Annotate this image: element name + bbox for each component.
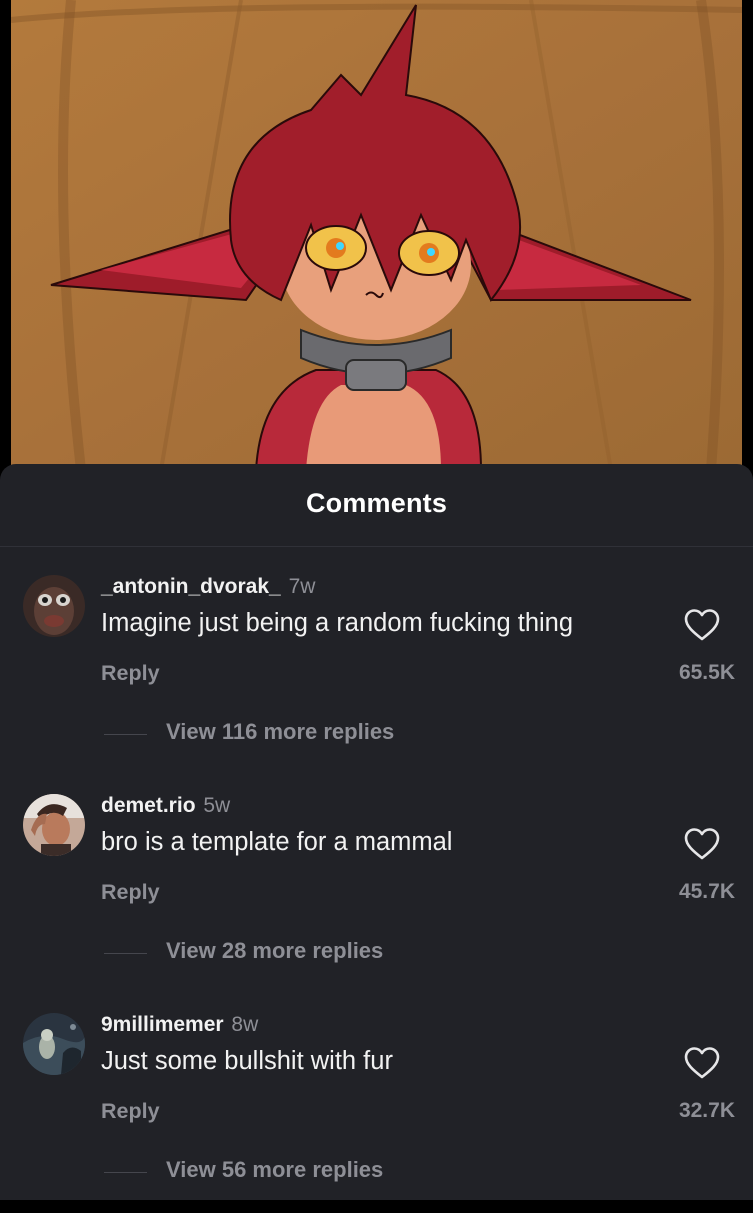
divider [0,546,753,547]
like-count: 65.5K [678,661,735,684]
comment-text: Just some bullshit with fur [101,1047,393,1075]
comment-header: _antonin_dvorak_ 7w [101,575,315,599]
post-image[interactable] [11,0,742,470]
reply-thread-line [104,1172,147,1173]
comment-age: 5w [203,794,231,817]
sheet-title: Comments [305,488,448,518]
like-count: 45.7K [678,880,735,903]
comments-sheet: Comments _antonin_dvorak_ 7w Imagine jus… [0,464,753,1200]
heart-icon[interactable] [684,608,720,642]
username[interactable]: demet.rio [101,794,196,817]
comment-text: bro is a template for a mammal [101,828,453,856]
user-avatar[interactable] [23,575,85,637]
comment: 9millimemer 8w Just some bullshit with f… [0,1013,753,1213]
reply-button[interactable]: Reply [101,1099,160,1124]
view-replies-label: View 56 more replies [166,1157,384,1182]
reply-button[interactable]: Reply [101,880,160,905]
username[interactable]: 9millimemer [101,1013,224,1036]
reply-thread-line [104,734,147,735]
heart-icon[interactable] [684,1046,720,1080]
comment: _antonin_dvorak_ 7w Imagine just being a… [0,575,753,775]
comment-age: 8w [231,1013,259,1036]
comment: demet.rio 5w bro is a template for a mam… [0,794,753,994]
like-count: 32.7K [678,1099,735,1122]
comment-text: Imagine just being a random fucking thin… [101,609,574,637]
reply-thread-line [104,953,147,954]
comment-header: 9millimemer 8w [101,1013,258,1037]
reply-button[interactable]: Reply [101,661,160,686]
user-avatar[interactable] [23,794,85,856]
comment-age: 7w [288,575,316,598]
heart-icon[interactable] [684,827,720,861]
username[interactable]: _antonin_dvorak_ [101,575,281,598]
comment-header: demet.rio 5w [101,794,230,818]
view-replies-label: View 116 more replies [166,719,395,744]
user-avatar[interactable] [23,1013,85,1075]
view-replies-label: View 28 more replies [166,938,384,963]
